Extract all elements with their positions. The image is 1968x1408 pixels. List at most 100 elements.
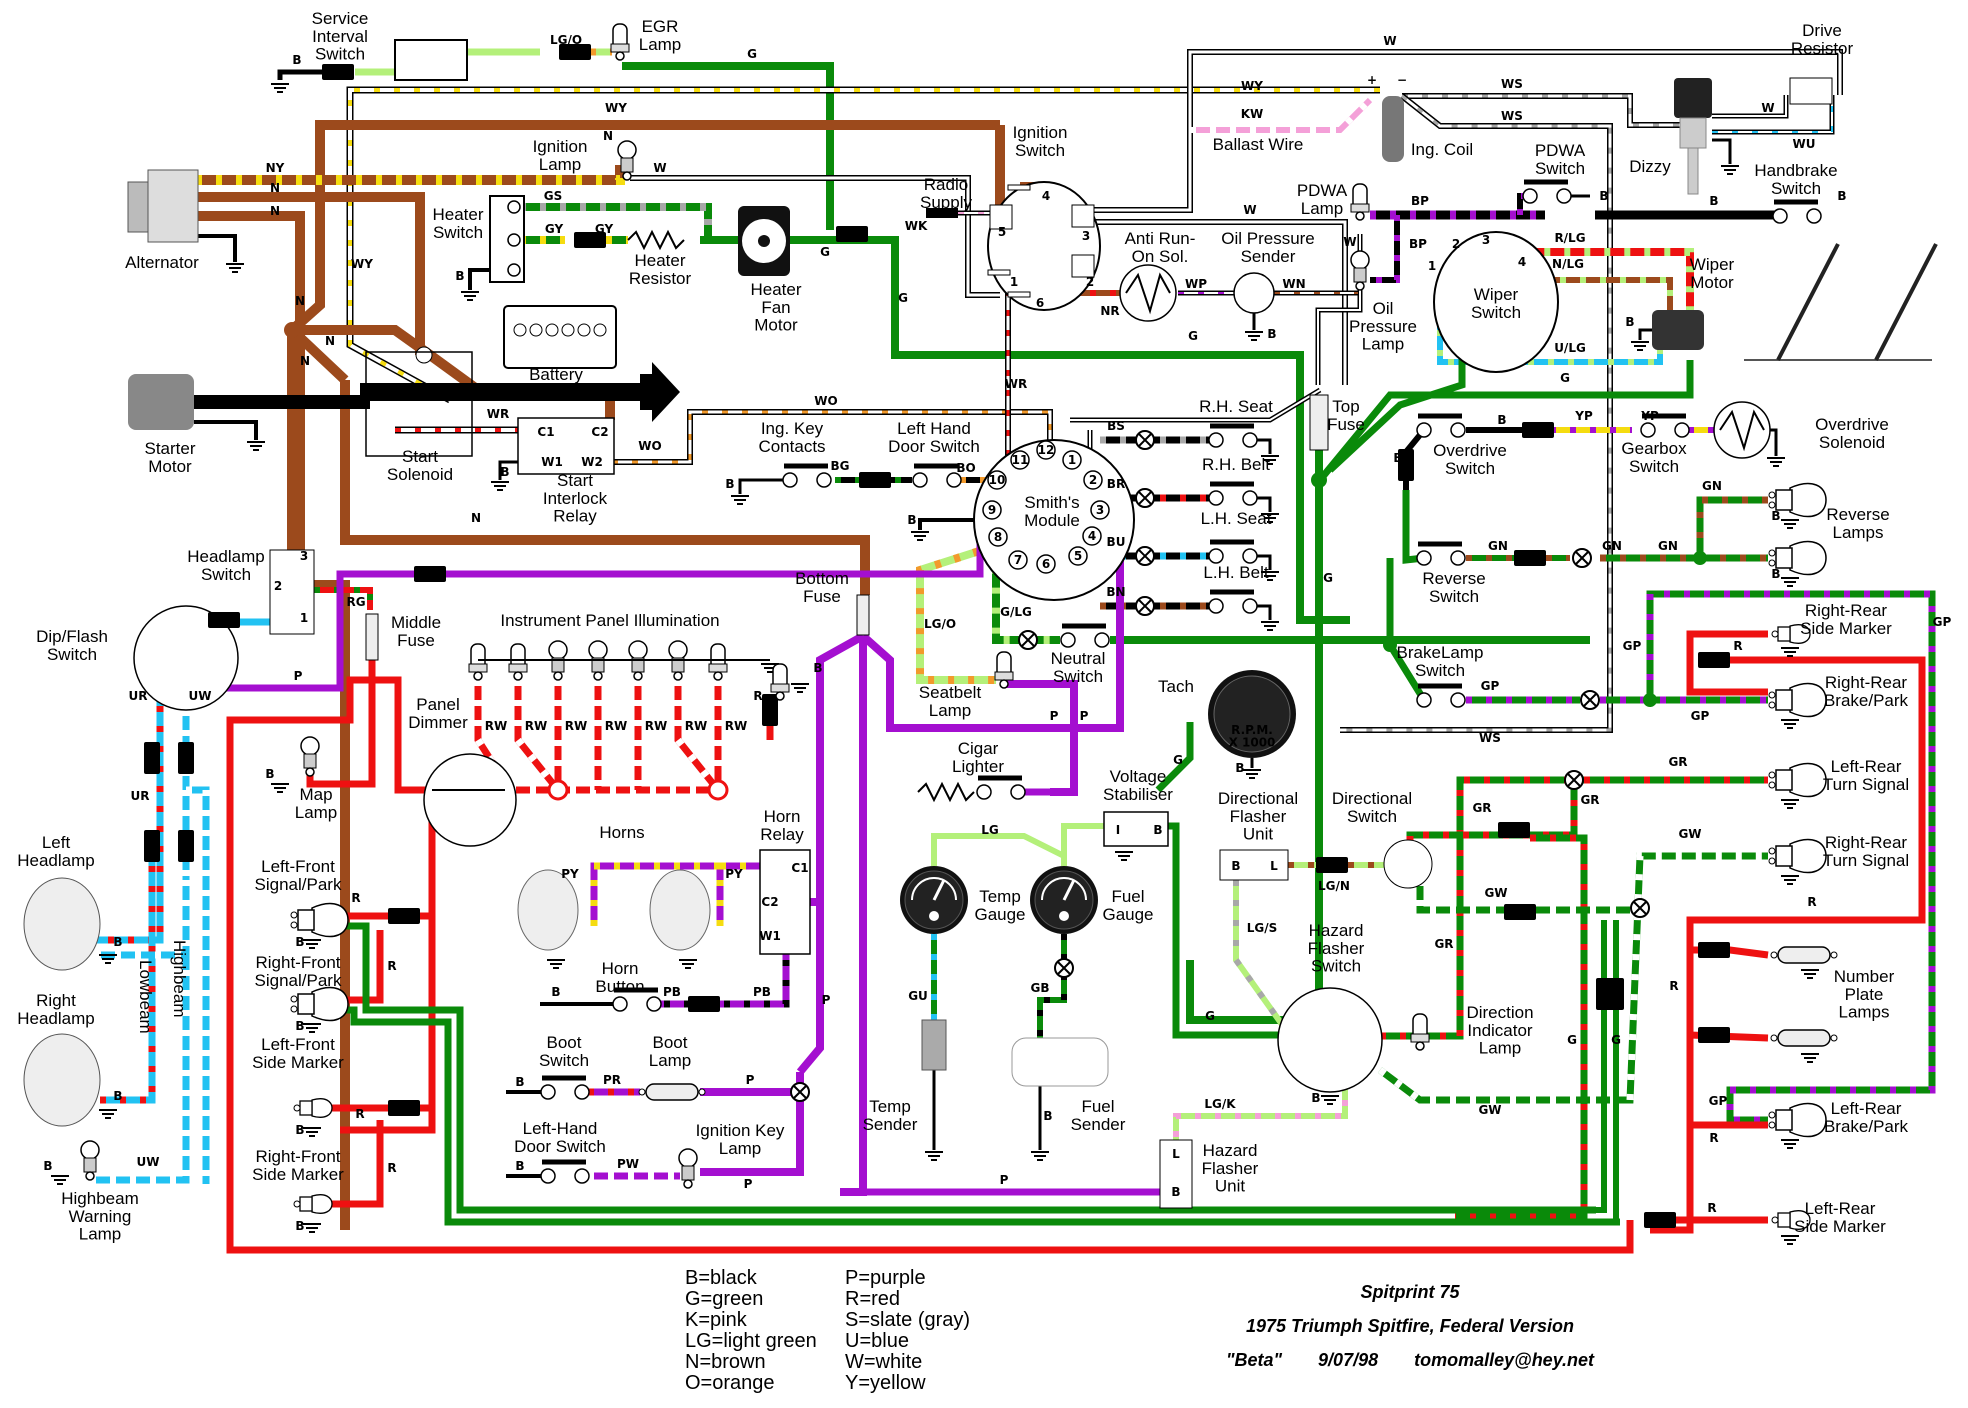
highbeam-label: Highbeam	[170, 940, 189, 1018]
wire-label: GB	[1031, 981, 1050, 995]
label: Left Headlamp	[17, 833, 95, 870]
wire-gr	[1406, 780, 1578, 864]
wire-label: G	[898, 291, 908, 305]
wire-label: R	[1807, 895, 1816, 909]
label: B	[725, 477, 734, 491]
wire-wo	[612, 409, 1053, 465]
wire-label: G	[1560, 371, 1570, 385]
label: Reverse Switch	[1422, 569, 1485, 606]
wire-label: WO	[638, 439, 661, 453]
label: C1	[537, 425, 554, 439]
battery-positive-terminal	[415, 346, 433, 364]
wire-label: WY	[1241, 79, 1263, 93]
label: Horn Relay	[760, 807, 804, 844]
cigar-lighter-icon	[917, 781, 975, 803]
wire-label: GN	[1658, 539, 1678, 553]
label: Dizzy	[1629, 157, 1671, 176]
date-label: 9/07/98	[1318, 1350, 1379, 1370]
ground-icon	[1780, 1235, 1800, 1245]
wire-label: BP	[1411, 194, 1429, 208]
label: Seatbelt Lamp	[919, 683, 982, 720]
label: Smith's Module	[1024, 493, 1080, 530]
ground-icon	[1320, 1095, 1340, 1105]
label: B	[113, 935, 122, 949]
connector-icon	[1698, 1027, 1730, 1043]
connector-icon	[1698, 942, 1730, 958]
egr-lamp-icon	[610, 23, 630, 61]
label: 2	[274, 579, 282, 593]
label: Left-Rear Brake/Park	[1824, 1099, 1909, 1136]
wire-label: WR	[1005, 377, 1027, 391]
cigar-lighter-switch-icon	[977, 778, 1025, 799]
wire-label: WU	[1793, 137, 1816, 151]
label: B	[1837, 189, 1846, 203]
connector-icon	[1498, 822, 1530, 838]
label: B	[43, 1159, 52, 1173]
ground-icon	[1780, 519, 1800, 529]
label: Ignition Key Lamp	[696, 1121, 785, 1158]
ground-icon	[910, 531, 930, 541]
label: 3	[1096, 503, 1104, 517]
label: Left Hand Door Switch	[888, 419, 980, 456]
label: 5	[998, 225, 1006, 239]
overdrive-solenoid-icon	[1713, 401, 1771, 459]
lr-turn-signal-icon	[1768, 762, 1827, 798]
connector-icon	[1644, 1212, 1676, 1228]
wire-label: LG/O	[550, 33, 582, 47]
wire-ws	[1402, 93, 1700, 128]
wire-label: LG/S	[1247, 921, 1278, 935]
label: W1	[759, 929, 781, 943]
warning-lamp-icon	[1135, 488, 1155, 508]
label: Radio Supply	[920, 175, 972, 212]
wire-label: R	[1733, 639, 1742, 653]
bottom-fuse-icon	[856, 594, 870, 636]
ing-key-contacts-icon	[783, 466, 831, 487]
label: 1	[300, 611, 308, 625]
ground-icon	[1244, 331, 1264, 341]
right-headlamp-icon	[23, 1033, 101, 1127]
anti-run-on-solenoid-icon	[1119, 264, 1177, 322]
starter-motor-icon	[128, 374, 194, 430]
wire-bp	[1370, 215, 1400, 283]
label: Left-Rear Turn Signal	[1823, 757, 1909, 794]
ground-icon	[460, 291, 480, 301]
label: Fuel Sender	[1071, 1097, 1126, 1134]
label: B	[551, 985, 560, 999]
label: Wiper Motor	[1690, 255, 1735, 292]
label: Map Lamp	[295, 785, 338, 822]
wire-label: P	[1050, 709, 1059, 723]
ground-icon	[1242, 769, 1262, 779]
wire-label: LG/N	[1318, 879, 1350, 893]
label: B	[295, 935, 304, 949]
wire-label: BR	[1107, 477, 1125, 491]
ground-icon	[1630, 341, 1650, 351]
label: Boot Switch	[539, 1033, 589, 1070]
pdwa-lamp-icon	[1350, 183, 1370, 221]
heater-resistor-icon	[627, 229, 685, 251]
warning-lamp-icon	[1018, 630, 1038, 650]
lowbeam-label: Lowbeam	[136, 960, 155, 1034]
wire-label: R	[387, 1161, 396, 1175]
wire-label: NY	[266, 161, 285, 175]
label: Start Interlock Relay	[543, 471, 608, 526]
label: B	[500, 465, 509, 479]
diagram-subtitle: 1975 Triumph Spitfire, Federal Version	[1245, 1316, 1575, 1336]
label: Right-Front Side Marker	[252, 1147, 344, 1184]
label: Battery	[529, 365, 583, 384]
ground-icon	[678, 959, 698, 969]
wire-label: R	[753, 689, 762, 703]
label: Reverse Lamps	[1826, 505, 1889, 542]
label: Ing. Coil	[1411, 140, 1473, 159]
wire-label: PB	[663, 985, 681, 999]
wire-label: WS	[1501, 109, 1523, 123]
seat-belt-switch-icon	[1209, 592, 1257, 613]
wire-label: GP	[1933, 615, 1952, 629]
wire-label: BO	[956, 461, 975, 475]
distributor-icon	[1674, 78, 1712, 118]
wire-label: WS	[1501, 77, 1523, 91]
label: 1	[1010, 275, 1018, 289]
wire-label: W	[1343, 235, 1356, 249]
label: Wiper Switch	[1471, 285, 1521, 322]
label: W1	[541, 455, 563, 469]
wire-label: GN	[1602, 539, 1622, 553]
